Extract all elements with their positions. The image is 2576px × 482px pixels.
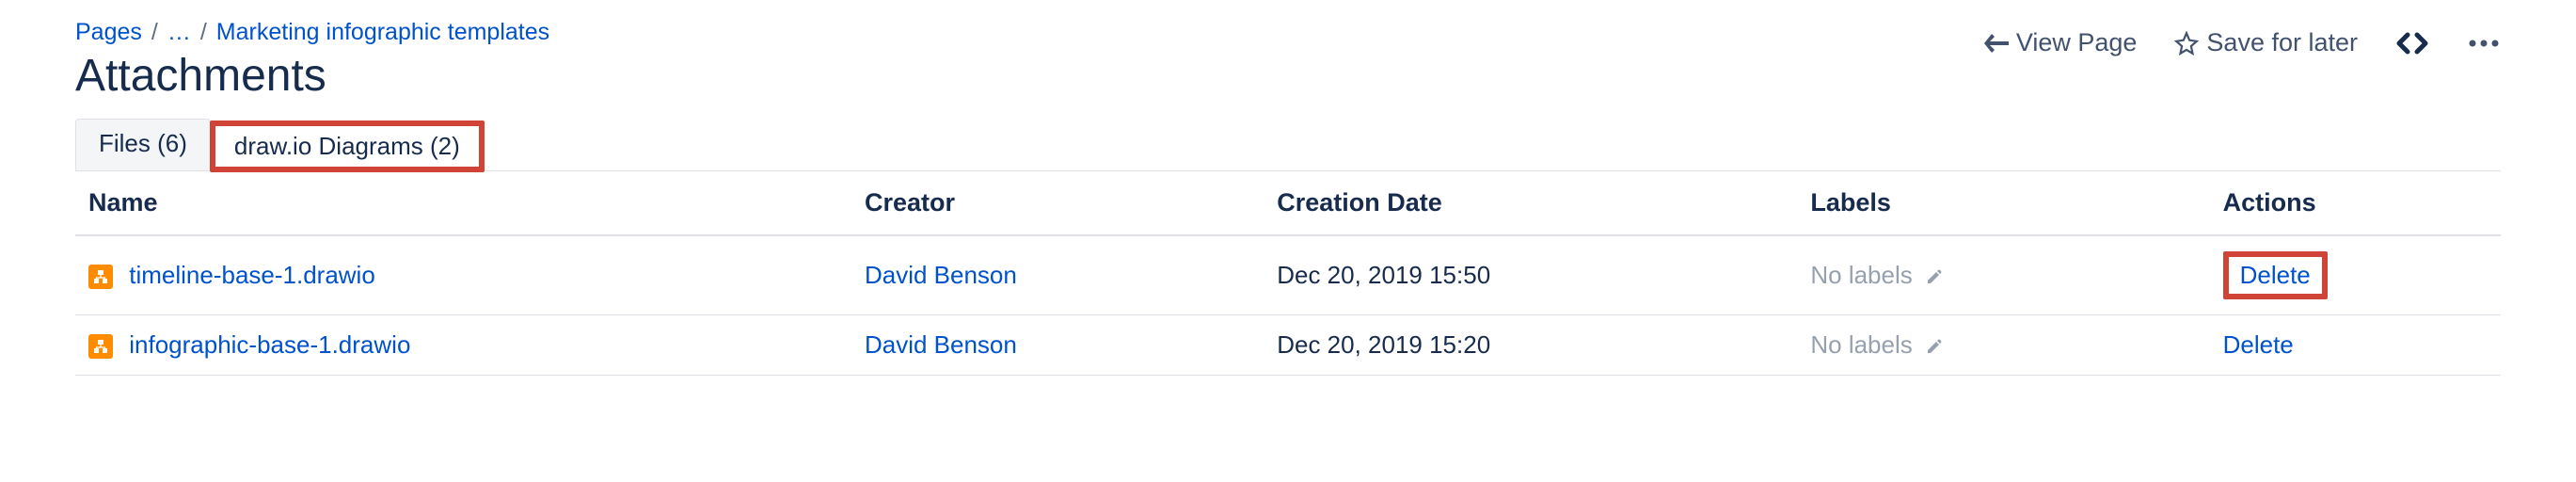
edit-labels-icon[interactable] [1925, 267, 1944, 286]
creator-link[interactable]: David Benson [865, 330, 1017, 359]
save-for-later-label: Save for later [2206, 28, 2358, 57]
attachments-table: Name Creator Creation Date Labels Action… [75, 171, 2501, 376]
col-header-creator: Creator [851, 171, 1264, 235]
breadcrumb: Pages / … / Marketing infographic templa… [75, 19, 549, 46]
tab-drawio-diagrams[interactable]: draw.io Diagrams (2) [210, 120, 485, 172]
drawio-file-icon [88, 334, 113, 359]
breadcrumb-current[interactable]: Marketing infographic templates [216, 19, 549, 46]
page-title: Attachments [75, 50, 549, 102]
view-page-action[interactable]: View Page [1984, 28, 2138, 57]
file-name-link[interactable]: timeline-base-1.drawio [129, 261, 375, 289]
save-for-later-action[interactable]: Save for later [2174, 28, 2358, 57]
delete-link[interactable]: Delete [2240, 261, 2311, 289]
delete-link[interactable]: Delete [2223, 330, 2294, 359]
table-row: infographic-base-1.drawio David Benson D… [75, 315, 2501, 376]
created-date: Dec 20, 2019 15:20 [1264, 315, 1797, 376]
creator-link[interactable]: David Benson [865, 261, 1017, 289]
col-header-name: Name [75, 171, 851, 235]
tab-row: Files (6) draw.io Diagrams (2) [75, 119, 2501, 171]
col-header-created: Creation Date [1264, 171, 1797, 235]
star-icon [2174, 31, 2199, 56]
file-name-link[interactable]: infographic-base-1.drawio [129, 330, 410, 359]
view-page-label: View Page [2016, 28, 2138, 57]
tab-files[interactable]: Files (6) [75, 119, 211, 170]
labels-none: No labels [1810, 330, 1912, 359]
more-icon[interactable] [2467, 39, 2501, 48]
breadcrumb-root[interactable]: Pages [75, 19, 142, 46]
breadcrumb-sep: / [151, 19, 158, 46]
code-icon[interactable] [2395, 30, 2429, 56]
edit-labels-icon[interactable] [1925, 337, 1944, 356]
header-row: Pages / … / Marketing infographic templa… [75, 19, 2501, 119]
drawio-file-icon [88, 265, 113, 289]
page-actions: View Page Save for later [1984, 28, 2501, 57]
arrow-left-icon [1984, 34, 2009, 53]
col-header-labels: Labels [1797, 171, 2209, 235]
breadcrumb-ellipsis[interactable]: … [167, 19, 191, 46]
labels-none: No labels [1810, 261, 1912, 289]
created-date: Dec 20, 2019 15:50 [1264, 235, 1797, 315]
col-header-actions: Actions [2210, 171, 2501, 235]
table-row: timeline-base-1.drawio David Benson Dec … [75, 235, 2501, 315]
breadcrumb-sep: / [200, 19, 207, 46]
